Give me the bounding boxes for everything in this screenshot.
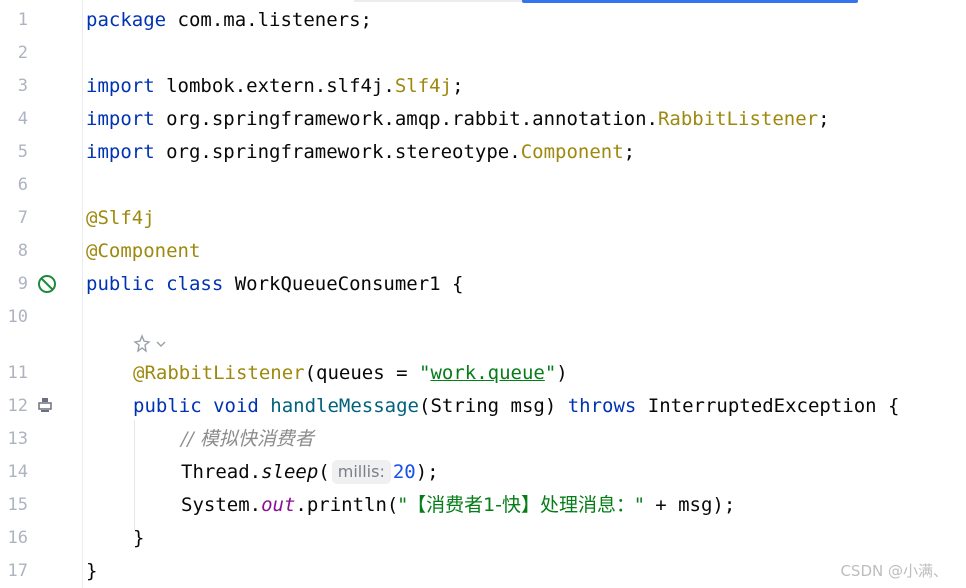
code-line[interactable]: } bbox=[86, 559, 97, 583]
code-line[interactable]: import org.springframework.amqp.rabbit.a… bbox=[86, 107, 830, 131]
line-number: 17 bbox=[7, 561, 28, 581]
code-line[interactable]: public void handleMessage(String msg) th… bbox=[133, 394, 899, 418]
ai-assist-icon[interactable] bbox=[132, 334, 152, 354]
queue-name-link: work.queue bbox=[430, 362, 545, 384]
code-line[interactable]: // 模拟快消费者 bbox=[181, 427, 314, 451]
code-lens[interactable] bbox=[132, 334, 166, 354]
line-number: 5 bbox=[17, 142, 28, 162]
line-number: 15 bbox=[7, 495, 28, 515]
editor-gutter[interactable]: 1 2 3 4 5 6 7 8 9 10 11 12 13 14 15 16 1… bbox=[0, 0, 82, 588]
line-number: 7 bbox=[17, 208, 28, 228]
code-line[interactable]: @RabbitListener(queues = "work.queue") bbox=[133, 361, 568, 385]
line-number: 4 bbox=[17, 109, 28, 129]
parameter-hint: millis: bbox=[331, 460, 391, 484]
line-number: 3 bbox=[17, 76, 28, 96]
line-number: 16 bbox=[7, 528, 28, 548]
code-line[interactable]: @Slf4j bbox=[86, 206, 155, 230]
no-usages-icon[interactable] bbox=[36, 273, 58, 299]
active-tab-indicator bbox=[522, 0, 858, 3]
code-line[interactable]: @Component bbox=[86, 239, 200, 263]
chevron-down-icon[interactable] bbox=[156, 339, 166, 349]
indent-guide bbox=[134, 420, 135, 530]
line-number: 9 bbox=[17, 274, 28, 294]
code-line[interactable]: import lombok.extern.slf4j.Slf4j; bbox=[86, 74, 464, 98]
line-number: 6 bbox=[17, 175, 28, 195]
code-line[interactable]: package com.ma.listeners; bbox=[86, 8, 372, 32]
line-number: 13 bbox=[7, 429, 28, 449]
code-line[interactable]: public class WorkQueueConsumer1 { bbox=[86, 272, 464, 296]
implementation-marker-icon[interactable] bbox=[37, 397, 53, 417]
line-number: 11 bbox=[7, 363, 28, 383]
watermark: CSDN @小满、 bbox=[840, 562, 948, 580]
code-line[interactable]: } bbox=[133, 526, 144, 550]
gutter-separator bbox=[82, 0, 83, 588]
line-number: 2 bbox=[17, 43, 28, 63]
code-line[interactable]: import org.springframework.stereotype.Co… bbox=[86, 140, 635, 164]
line-number: 10 bbox=[7, 307, 28, 327]
line-number: 1 bbox=[17, 10, 28, 30]
code-line[interactable]: System.out.println("【消费者1-快】处理消息：" + msg… bbox=[181, 493, 735, 517]
line-number: 14 bbox=[7, 462, 28, 482]
line-number: 12 bbox=[7, 396, 28, 416]
editor-tab-strip bbox=[354, 0, 522, 2]
code-line[interactable]: Thread.sleep(millis: 20); bbox=[181, 460, 439, 484]
line-number: 8 bbox=[17, 241, 28, 261]
